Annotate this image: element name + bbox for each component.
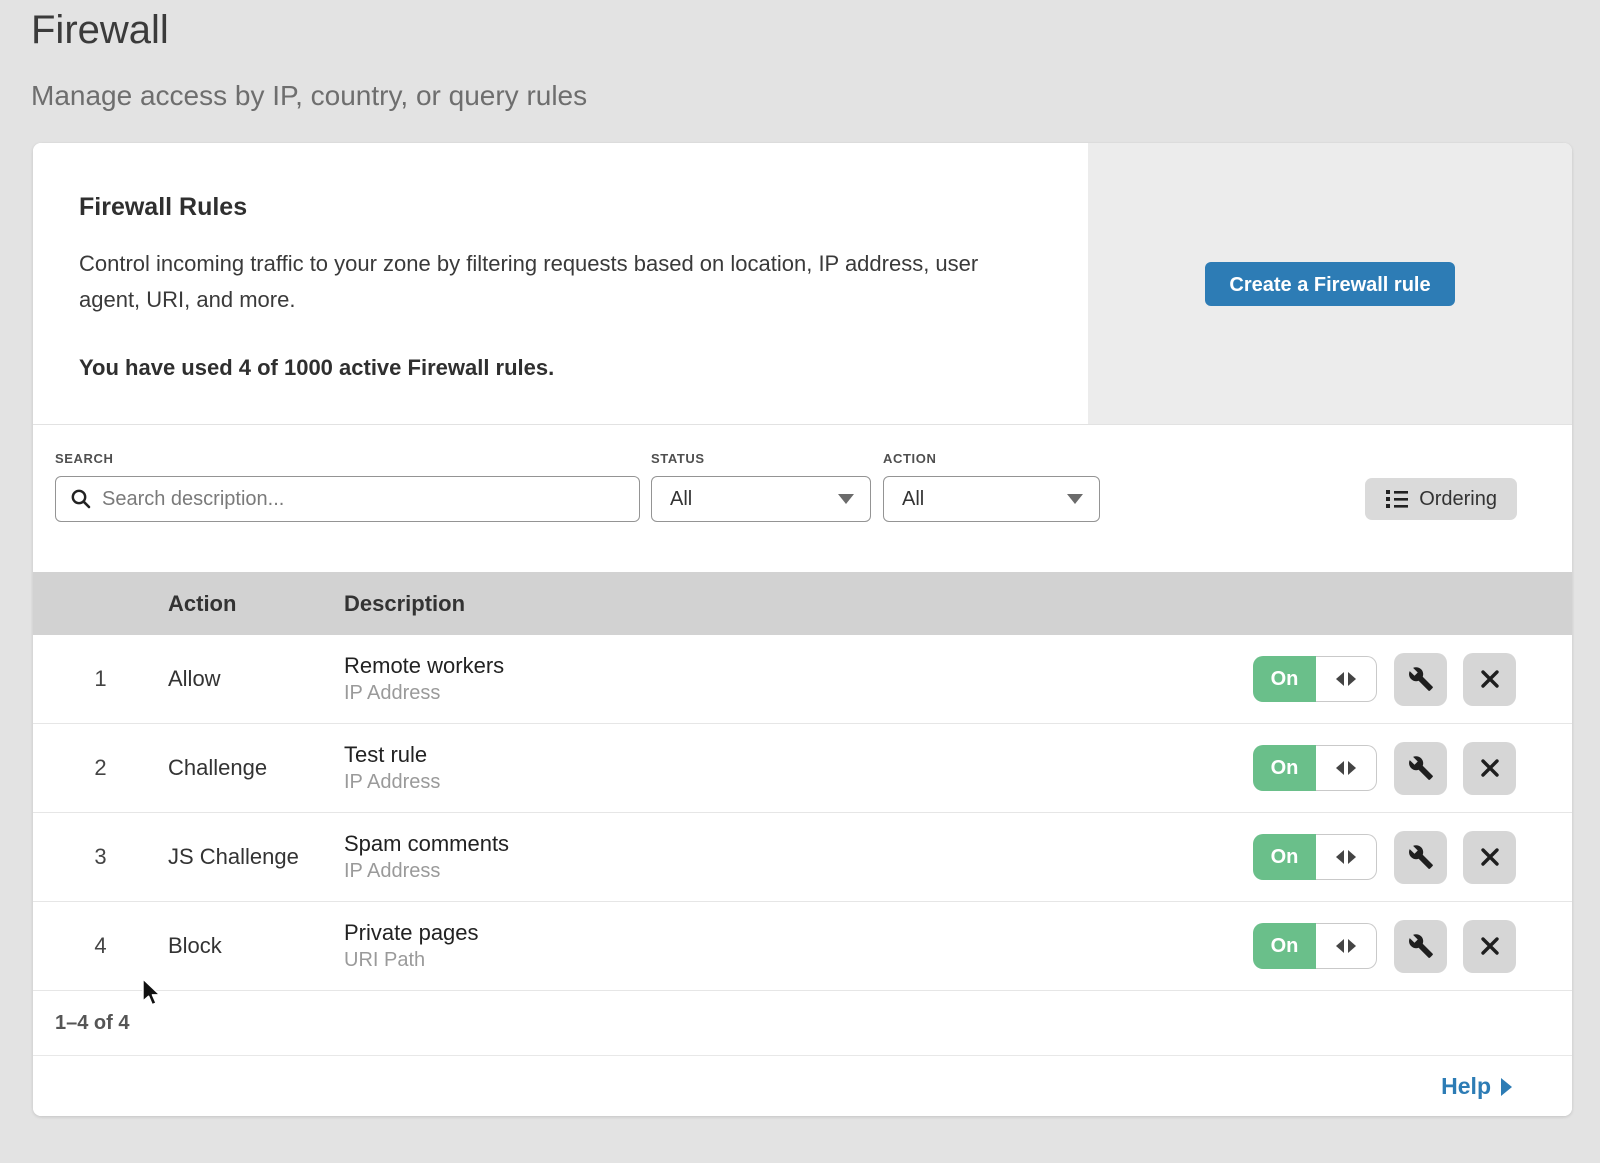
rule-description-cell: Spam comments IP Address	[344, 831, 1253, 883]
rule-description: Remote workers	[344, 653, 1253, 679]
rule-match-type: IP Address	[344, 771, 1253, 794]
search-input[interactable]	[102, 488, 625, 511]
rule-action: Challenge	[168, 755, 344, 781]
create-rule-panel: Create a Firewall rule	[1088, 143, 1572, 424]
toggle-on-label: On	[1253, 834, 1316, 880]
rule-description-cell: Test rule IP Address	[344, 742, 1253, 794]
rule-enabled-toggle[interactable]: On	[1253, 656, 1377, 702]
rule-description: Spam comments	[344, 831, 1253, 857]
status-select[interactable]: All	[651, 476, 871, 522]
action-select[interactable]: All	[883, 476, 1100, 522]
table-row: 3 JS Challenge Spam comments IP Address …	[33, 813, 1572, 902]
rule-controls: On	[1253, 742, 1516, 795]
toggle-on-label: On	[1253, 745, 1316, 791]
ordering-button[interactable]: Ordering	[1365, 478, 1517, 520]
rule-match-type: IP Address	[344, 860, 1253, 883]
pagination: 1–4 of 4	[33, 991, 1572, 1055]
action-select-value: All	[902, 488, 924, 511]
rule-enabled-toggle[interactable]: On	[1253, 923, 1377, 969]
toggle-arrows-icon	[1348, 761, 1356, 775]
delete-rule-button[interactable]	[1463, 653, 1516, 706]
toggle-handle[interactable]	[1316, 745, 1377, 791]
toggle-arrows-icon	[1348, 850, 1356, 864]
filter-bar: SEARCH STATUS All ACTION All	[33, 425, 1572, 572]
action-column-header: Action	[168, 591, 344, 617]
action-label: ACTION	[883, 451, 936, 466]
toggle-handle[interactable]	[1316, 656, 1377, 702]
wrench-icon	[1408, 933, 1434, 959]
rule-priority: 2	[33, 755, 168, 781]
search-label: SEARCH	[55, 451, 114, 466]
delete-rule-button[interactable]	[1463, 831, 1516, 884]
edit-rule-button[interactable]	[1394, 742, 1447, 795]
rule-enabled-toggle[interactable]: On	[1253, 745, 1377, 791]
rule-controls: On	[1253, 831, 1516, 884]
wrench-icon	[1408, 755, 1434, 781]
close-icon	[1478, 934, 1502, 958]
edit-rule-button[interactable]	[1394, 831, 1447, 884]
help-link[interactable]: Help	[1441, 1073, 1512, 1100]
rules-heading: Firewall Rules	[79, 193, 1028, 222]
rule-description-cell: Private pages URI Path	[344, 920, 1253, 972]
chevron-down-icon	[838, 494, 854, 504]
rule-priority: 4	[33, 933, 168, 959]
rule-action: Block	[168, 933, 344, 959]
toggle-on-label: On	[1253, 656, 1316, 702]
toggle-handle[interactable]	[1316, 834, 1377, 880]
toggle-arrows-icon	[1336, 761, 1344, 775]
page-title: Firewall	[31, 8, 169, 53]
close-icon	[1478, 845, 1502, 869]
rule-description-cell: Remote workers IP Address	[344, 653, 1253, 705]
rule-action: Allow	[168, 666, 344, 692]
page-subtitle: Manage access by IP, country, or query r…	[31, 80, 587, 112]
status-select-value: All	[670, 488, 692, 511]
status-label: STATUS	[651, 451, 705, 466]
ordering-button-label: Ordering	[1419, 488, 1497, 511]
rule-enabled-toggle[interactable]: On	[1253, 834, 1377, 880]
table-header: Action Description	[33, 572, 1572, 635]
rule-action: JS Challenge	[168, 844, 344, 870]
rule-description: Test rule	[344, 742, 1253, 768]
table-row: 2 Challenge Test rule IP Address On	[33, 724, 1572, 813]
table-row: 1 Allow Remote workers IP Address On	[33, 635, 1572, 724]
toggle-arrows-icon	[1336, 672, 1344, 686]
help-arrow-icon	[1501, 1078, 1512, 1096]
table-row: 4 Block Private pages URI Path On	[33, 902, 1572, 991]
rules-usage-count: You have used 4 of 1000 active Firewall …	[79, 355, 1028, 381]
rule-priority: 3	[33, 844, 168, 870]
pagination-range: 1–4 of 4	[55, 1012, 129, 1035]
rules-intro: Firewall Rules Control incoming traffic …	[33, 143, 1088, 424]
wrench-icon	[1408, 666, 1434, 692]
chevron-down-icon	[1067, 494, 1083, 504]
description-column-header: Description	[344, 591, 1572, 617]
help-link-label: Help	[1441, 1073, 1491, 1100]
rule-priority: 1	[33, 666, 168, 692]
list-ordering-icon	[1385, 488, 1409, 510]
rule-description: Private pages	[344, 920, 1253, 946]
create-firewall-rule-button[interactable]: Create a Firewall rule	[1205, 262, 1454, 306]
edit-rule-button[interactable]	[1394, 920, 1447, 973]
firewall-rules-card: Firewall Rules Control incoming traffic …	[33, 143, 1572, 1116]
rules-description: Control incoming traffic to your zone by…	[79, 246, 1028, 319]
toggle-arrows-icon	[1348, 939, 1356, 953]
wrench-icon	[1408, 844, 1434, 870]
close-icon	[1478, 667, 1502, 691]
edit-rule-button[interactable]	[1394, 653, 1447, 706]
rule-match-type: IP Address	[344, 682, 1253, 705]
rule-match-type: URI Path	[344, 949, 1253, 972]
toggle-arrows-icon	[1336, 939, 1344, 953]
card-header: Firewall Rules Control incoming traffic …	[33, 143, 1572, 425]
toggle-on-label: On	[1253, 923, 1316, 969]
delete-rule-button[interactable]	[1463, 742, 1516, 795]
toggle-arrows-icon	[1348, 672, 1356, 686]
toggle-handle[interactable]	[1316, 923, 1377, 969]
search-box[interactable]	[55, 476, 640, 522]
card-footer: Help	[33, 1055, 1572, 1116]
search-icon	[70, 488, 92, 510]
toggle-arrows-icon	[1336, 850, 1344, 864]
delete-rule-button[interactable]	[1463, 920, 1516, 973]
rule-controls: On	[1253, 653, 1516, 706]
rule-controls: On	[1253, 920, 1516, 973]
close-icon	[1478, 756, 1502, 780]
